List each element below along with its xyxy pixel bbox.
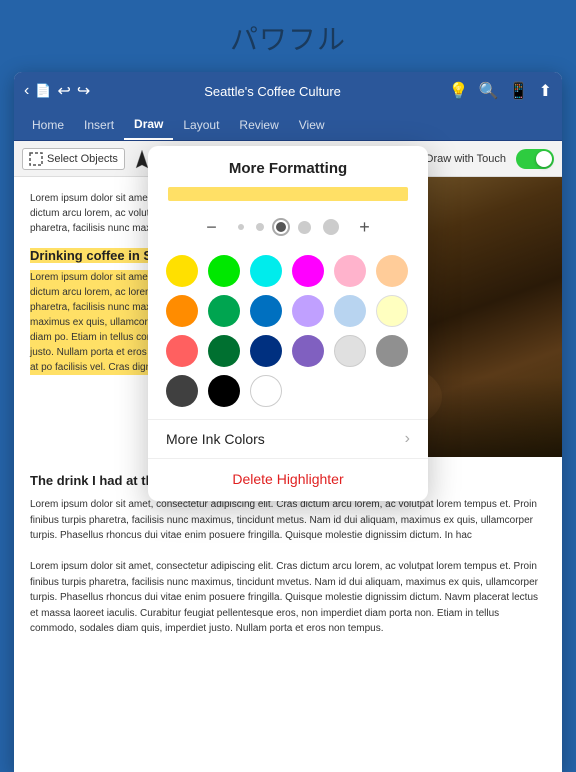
para3-text: Lorem ipsum dolor sit amet, consectetur … bbox=[30, 497, 546, 544]
back-button[interactable]: ‹ bbox=[24, 82, 29, 100]
size-dot-3[interactable] bbox=[276, 222, 286, 232]
tab-review[interactable]: Review bbox=[229, 111, 288, 139]
color-light-gray[interactable] bbox=[334, 335, 366, 367]
bulb-icon[interactable]: 💡 bbox=[449, 81, 469, 101]
popup-title: More Formatting bbox=[148, 146, 428, 187]
color-bright-green[interactable] bbox=[208, 255, 240, 287]
document-title: Seattle's Coffee Culture bbox=[96, 84, 449, 99]
para4-text: Lorem ipsum dolor sit amet, consectetur … bbox=[30, 559, 546, 637]
color-peach[interactable] bbox=[376, 255, 408, 287]
popup-yellow-bar bbox=[168, 187, 408, 201]
color-lavender[interactable] bbox=[292, 295, 324, 327]
color-dark-blue[interactable] bbox=[250, 335, 282, 367]
size-decrease-button[interactable]: − bbox=[198, 213, 226, 241]
color-empty-1 bbox=[292, 375, 324, 407]
draw-touch-toggle[interactable] bbox=[516, 149, 554, 169]
color-white[interactable] bbox=[250, 375, 282, 407]
undo-button[interactable]: ↩ bbox=[58, 81, 71, 101]
color-dark-green[interactable] bbox=[208, 335, 240, 367]
select-objects-label: Select Objects bbox=[47, 153, 118, 165]
color-empty-3 bbox=[376, 375, 408, 407]
select-objects-button[interactable]: Select Objects bbox=[22, 148, 125, 170]
draw-with-touch-label: Draw with Touch bbox=[426, 153, 507, 165]
color-light-pink[interactable] bbox=[334, 255, 366, 287]
share-icon[interactable]: ⬆ bbox=[539, 81, 552, 101]
chevron-right-icon: › bbox=[405, 430, 410, 448]
color-black[interactable] bbox=[208, 375, 240, 407]
tab-insert[interactable]: Insert bbox=[74, 111, 124, 139]
color-red-light[interactable] bbox=[166, 335, 198, 367]
search-icon[interactable]: 🔍 bbox=[479, 81, 499, 101]
delete-highlighter-label: Delete Highlighter bbox=[232, 471, 343, 487]
color-medium-gray[interactable] bbox=[376, 335, 408, 367]
more-ink-label: More Ink Colors bbox=[166, 431, 265, 447]
color-cyan[interactable] bbox=[250, 255, 282, 287]
color-empty-2 bbox=[334, 375, 366, 407]
color-purple[interactable] bbox=[292, 335, 324, 367]
color-yellow[interactable] bbox=[166, 255, 198, 287]
color-grid bbox=[148, 255, 428, 419]
delete-highlighter-button[interactable]: Delete Highlighter bbox=[148, 458, 428, 501]
size-dot-4[interactable] bbox=[298, 221, 311, 234]
main-toolbar: ‹ 📄 ↩ ↪ Seattle's Coffee Culture 💡 🔍 📱 ⬆ bbox=[14, 72, 562, 110]
size-dot-2[interactable] bbox=[256, 223, 264, 231]
tab-view[interactable]: View bbox=[289, 111, 335, 139]
color-light-blue[interactable] bbox=[334, 295, 366, 327]
size-row: − + bbox=[148, 213, 428, 241]
file-icon[interactable]: 📄 bbox=[35, 83, 51, 99]
color-magenta[interactable] bbox=[292, 255, 324, 287]
tab-bar: Home Insert Draw Layout Review View bbox=[14, 110, 562, 141]
more-formatting-popup: More Formatting − + bbox=[148, 146, 428, 501]
toolbar-icons-right: 💡 🔍 📱 ⬆ bbox=[449, 81, 552, 101]
size-dot-5[interactable] bbox=[323, 219, 339, 235]
page-title: パワフル bbox=[0, 0, 576, 72]
phone-icon[interactable]: 📱 bbox=[509, 81, 529, 101]
redo-button[interactable]: ↪ bbox=[77, 81, 90, 101]
size-increase-button[interactable]: + bbox=[351, 213, 379, 241]
tab-draw[interactable]: Draw bbox=[124, 110, 173, 140]
tab-layout[interactable]: Layout bbox=[173, 111, 229, 139]
color-blue[interactable] bbox=[250, 295, 282, 327]
tab-home[interactable]: Home bbox=[22, 111, 74, 139]
color-green[interactable] bbox=[208, 295, 240, 327]
color-orange[interactable] bbox=[166, 295, 198, 327]
select-icon bbox=[29, 152, 43, 166]
size-dot-1[interactable] bbox=[238, 224, 244, 230]
toggle-knob bbox=[536, 151, 552, 167]
color-dark-gray[interactable] bbox=[166, 375, 198, 407]
more-ink-colors-button[interactable]: More Ink Colors › bbox=[148, 419, 428, 458]
color-light-yellow[interactable] bbox=[376, 295, 408, 327]
document-container: ‹ 📄 ↩ ↪ Seattle's Coffee Culture 💡 🔍 📱 ⬆… bbox=[14, 72, 562, 772]
